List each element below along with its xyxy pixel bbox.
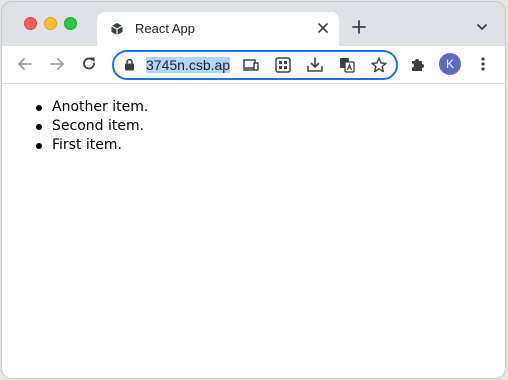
browser-toolbar: 3745n.csb.ap K [2,46,505,84]
close-tab-icon[interactable] [315,20,331,36]
apps-icon[interactable] [274,56,292,74]
minimize-window-button[interactable] [44,17,57,30]
close-window-button[interactable] [24,17,37,30]
list-item: Another item. [36,98,148,117]
item-list: Another item. Second item. First item. [36,98,148,155]
maximize-window-button[interactable] [64,17,77,30]
new-tab-icon[interactable] [351,19,367,35]
url-selection[interactable]: 3745n.csb.ap [146,57,231,73]
url-text[interactable]: 3745n.csb.ap [146,56,234,74]
page-content: Another item. Second item. First item. [2,84,505,378]
install-icon[interactable] [306,56,324,74]
address-bar[interactable]: 3745n.csb.ap [112,50,398,80]
tab-title: React App [135,21,195,36]
menu-icon[interactable] [474,55,492,73]
reload-icon[interactable] [80,55,98,73]
codesandbox-cube-icon [111,23,123,35]
lock-icon[interactable] [124,58,135,71]
back-icon[interactable] [16,55,34,73]
profile-avatar[interactable]: K [439,53,461,75]
bookmark-star-icon[interactable] [370,56,388,74]
translate-icon[interactable] [338,56,356,74]
list-item: Second item. [36,117,148,136]
chevron-down-icon[interactable] [476,21,488,33]
list-item: First item. [36,136,148,155]
tab-strip: React App [2,2,505,46]
extensions-icon[interactable] [409,55,427,73]
cast-icon[interactable] [242,56,260,74]
browser-window: React App 3745n.csb.ap K Another item. S… [2,2,505,378]
forward-icon[interactable] [48,55,66,73]
tab-active[interactable]: React App [97,12,339,46]
